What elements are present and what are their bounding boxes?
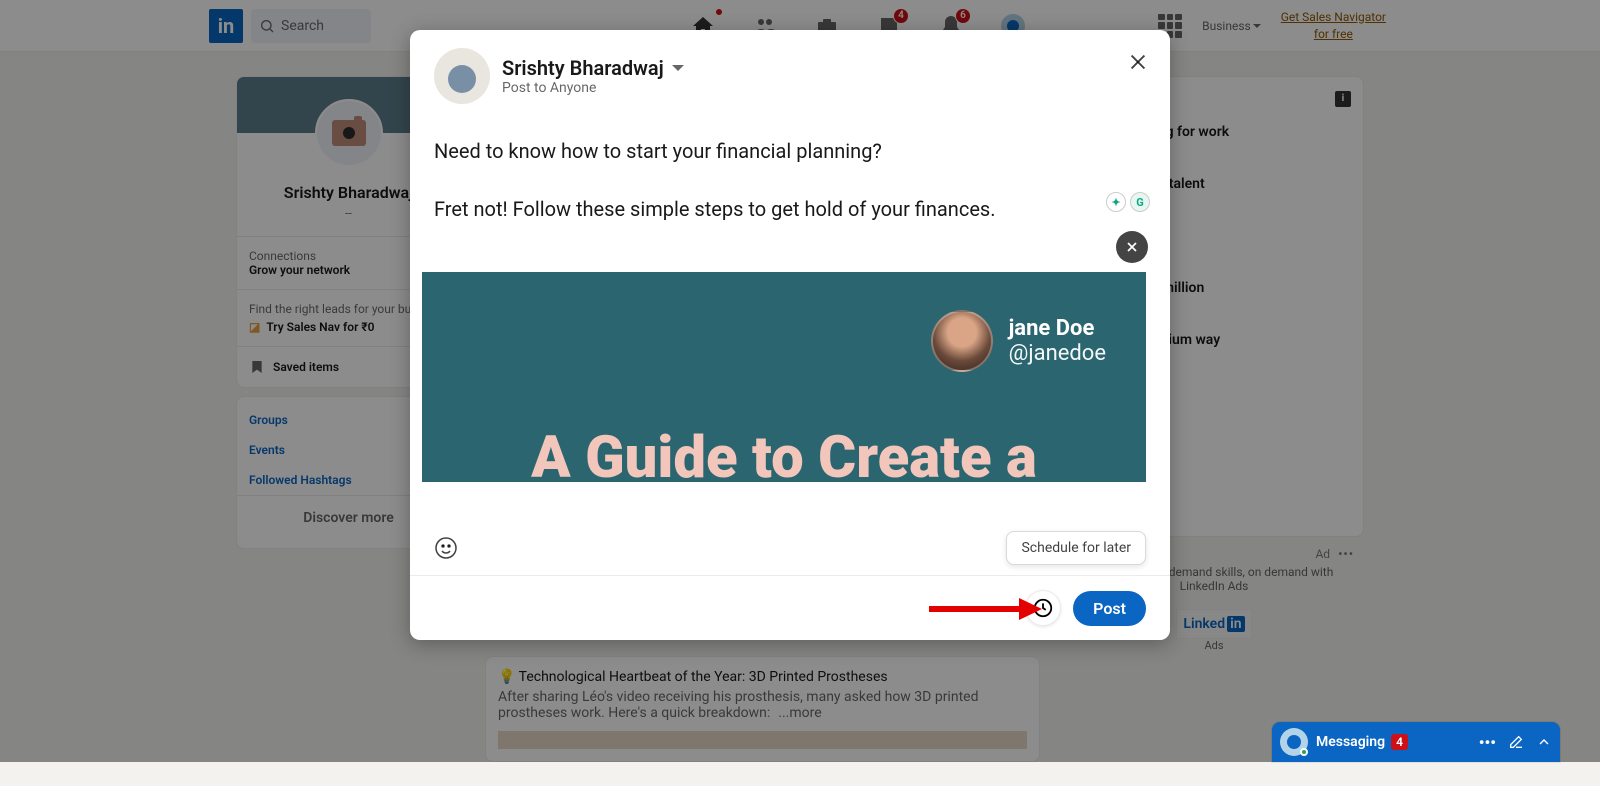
home-badge xyxy=(715,8,723,16)
jane-avatar xyxy=(931,310,993,372)
messaging-bar[interactable]: Messaging 4 ••• xyxy=(1272,722,1560,762)
visibility-label: Post to Anyone xyxy=(502,80,684,96)
modal-body: Need to know how to start your financial… xyxy=(410,116,1170,521)
search-icon xyxy=(259,18,275,34)
info-icon[interactable]: i xyxy=(1335,91,1351,107)
nav-right: Business Get Sales Navigator for free xyxy=(1158,9,1386,43)
compose-text[interactable]: Need to know how to start your financial… xyxy=(422,136,1146,272)
camera-icon xyxy=(332,120,366,146)
ai-icon: ✦ xyxy=(1106,192,1126,212)
sales-navigator-link[interactable]: Get Sales Navigator for free xyxy=(1281,9,1386,43)
clock-icon xyxy=(1032,597,1054,619)
modal-footer: Post xyxy=(410,576,1170,640)
chevron-down-icon xyxy=(672,65,684,71)
search-placeholder: Search xyxy=(281,18,324,34)
business-dropdown[interactable]: Business xyxy=(1202,19,1261,33)
feed-post[interactable]: 💡 Technological Heartbeat of the Year: 3… xyxy=(485,656,1040,762)
chevron-down-icon xyxy=(1253,24,1261,28)
bulb-icon: 💡 xyxy=(498,669,515,685)
modal-toolbar: Schedule for later xyxy=(410,521,1170,576)
msg-avatar-icon xyxy=(1280,728,1308,756)
remove-attachment-button[interactable] xyxy=(1116,231,1148,263)
compose-icon[interactable] xyxy=(1508,734,1524,750)
emoji-icon xyxy=(434,536,458,560)
schedule-button[interactable] xyxy=(1025,590,1061,626)
close-icon xyxy=(1124,239,1140,255)
profile-avatar[interactable] xyxy=(315,99,383,167)
post-button[interactable]: Post xyxy=(1073,591,1146,626)
see-more[interactable]: ...more xyxy=(778,705,821,721)
feed-image xyxy=(498,731,1027,749)
messaging-badge: 4 xyxy=(893,8,909,24)
more-icon[interactable]: ••• xyxy=(1479,733,1496,752)
close-icon xyxy=(1127,51,1149,73)
grammarly-icon: G xyxy=(1130,192,1150,212)
linkedin-logo[interactable]: in xyxy=(209,9,243,43)
post-modal: Srishty Bharadwaj Post to Anyone Need to… xyxy=(410,30,1170,640)
premium-icon: ◪ xyxy=(249,320,260,334)
search-input[interactable]: Search xyxy=(251,9,371,43)
emoji-button[interactable] xyxy=(434,536,458,560)
bookmark-icon xyxy=(249,359,265,375)
attached-image[interactable]: jane Doe @janedoe A Guide to Create a xyxy=(422,272,1146,482)
notif-badge: 6 xyxy=(955,8,971,24)
schedule-tooltip: Schedule for later xyxy=(1006,531,1146,565)
chevron-up-icon[interactable] xyxy=(1536,734,1552,750)
close-button[interactable] xyxy=(1124,48,1152,76)
msg-count-badge: 4 xyxy=(1391,734,1408,750)
more-icon[interactable]: ••• xyxy=(1338,547,1354,561)
author-selector[interactable]: Srishty Bharadwaj xyxy=(502,56,684,80)
author-avatar[interactable] xyxy=(434,48,490,104)
modal-header: Srishty Bharadwaj Post to Anyone xyxy=(410,30,1170,116)
grammarly-widget[interactable]: ✦ G xyxy=(1106,192,1150,212)
